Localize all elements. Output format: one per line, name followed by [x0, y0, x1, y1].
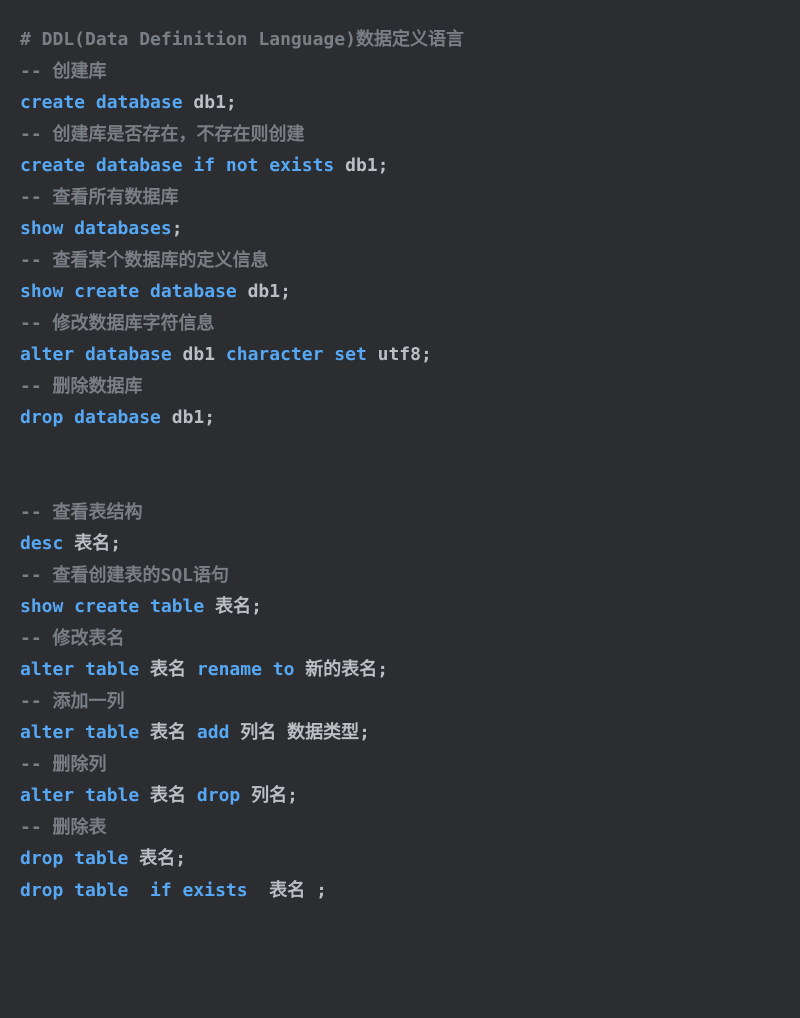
code-line: alter table 表名 add 列名 数据类型;	[20, 717, 780, 749]
token-kw: show create table	[20, 596, 204, 617]
code-line: alter table 表名 rename to 新的表名;	[20, 654, 780, 686]
token-kw: rename to	[197, 659, 295, 680]
token-id: db1	[183, 92, 226, 113]
code-block: # DDL(Data Definition Language)数据定义语言 -- …	[20, 24, 780, 906]
token-kw: drop table if exists	[20, 880, 258, 901]
token-kw: character set	[226, 344, 367, 365]
token-id: db1	[237, 281, 280, 302]
token-id: db1	[161, 407, 204, 428]
token-cmt: # DDL(Data Definition Language)数据定义语言	[20, 29, 464, 50]
token-cmt: -- 创建库	[20, 61, 107, 82]
token-cmt: -- 添加一列	[20, 691, 125, 712]
token-kw: drop	[197, 785, 240, 806]
code-line: drop database db1;	[20, 402, 780, 434]
code-line: create database if not exists db1;	[20, 150, 780, 182]
token-id: 表名	[128, 848, 175, 869]
code-line: alter table 表名 drop 列名;	[20, 780, 780, 812]
token-kw: alter table	[20, 785, 139, 806]
token-punc: ;	[421, 344, 432, 365]
token-cmt: -- 删除列	[20, 754, 107, 775]
token-punc: ;	[251, 596, 262, 617]
code-line	[20, 465, 780, 497]
token-cmt: -- 创建库是否存在，不存在则创建	[20, 124, 305, 145]
token-punc: ;	[204, 407, 215, 428]
code-line: -- 修改数据库字符信息	[20, 308, 780, 340]
code-line: show databases;	[20, 213, 780, 245]
token-id: db1	[172, 344, 226, 365]
token-id: 表名	[258, 880, 316, 901]
token-kw: alter table	[20, 722, 139, 743]
token-id: 表名	[139, 722, 197, 743]
token-cmt: -- 删除数据库	[20, 376, 143, 397]
code-line: -- 创建库是否存在，不存在则创建	[20, 119, 780, 151]
code-line: -- 添加一列	[20, 686, 780, 718]
token-punc: ;	[287, 785, 298, 806]
token-id: 表名	[63, 533, 110, 554]
code-line: -- 删除表	[20, 812, 780, 844]
token-kw: create database	[20, 92, 183, 113]
token-punc: ;	[377, 659, 388, 680]
code-line: -- 删除数据库	[20, 371, 780, 403]
code-line: # DDL(Data Definition Language)数据定义语言	[20, 24, 780, 56]
code-line: alter database db1 character set utf8;	[20, 339, 780, 371]
code-line: drop table 表名;	[20, 843, 780, 875]
token-kw: alter database	[20, 344, 172, 365]
token-punc: ;	[316, 880, 327, 901]
code-line: show create table 表名;	[20, 591, 780, 623]
code-line: -- 查看某个数据库的定义信息	[20, 245, 780, 277]
token-id: 表名	[139, 659, 197, 680]
token-cmt: -- 修改表名	[20, 628, 125, 649]
token-id: 新的表名	[294, 659, 377, 680]
code-line: -- 查看创建表的SQL语句	[20, 560, 780, 592]
token-id: 表名	[204, 596, 251, 617]
code-line: -- 创建库	[20, 56, 780, 88]
token-punc: ;	[378, 155, 389, 176]
code-line: -- 删除列	[20, 749, 780, 781]
token-kw: desc	[20, 533, 63, 554]
token-cmt: -- 查看所有数据库	[20, 187, 179, 208]
token-kw: show databases	[20, 218, 172, 239]
token-cmt: -- 删除表	[20, 817, 107, 838]
token-id: 表名	[139, 785, 197, 806]
code-line: create database db1;	[20, 87, 780, 119]
token-kw: alter table	[20, 659, 139, 680]
token-kw: create database if not exists	[20, 155, 334, 176]
code-line: -- 查看所有数据库	[20, 182, 780, 214]
code-line: show create database db1;	[20, 276, 780, 308]
token-cmt: -- 修改数据库字符信息	[20, 313, 215, 334]
token-kw: show create database	[20, 281, 237, 302]
token-kw: drop table	[20, 848, 128, 869]
token-cmt: -- 查看某个数据库的定义信息	[20, 250, 269, 271]
token-punc: ;	[226, 92, 237, 113]
code-line: -- 修改表名	[20, 623, 780, 655]
code-line: -- 查看表结构	[20, 497, 780, 529]
token-cmt: -- 查看表结构	[20, 502, 143, 523]
token-punc: ;	[359, 722, 370, 743]
token-id: db1	[334, 155, 377, 176]
token-punc: ;	[110, 533, 121, 554]
token-id: 列名	[240, 785, 287, 806]
token-punc: ;	[280, 281, 291, 302]
code-line	[20, 434, 780, 466]
code-line: desc 表名;	[20, 528, 780, 560]
token-kw: drop database	[20, 407, 161, 428]
token-cmt: -- 查看创建表的SQL语句	[20, 565, 229, 586]
token-id: utf8	[367, 344, 421, 365]
token-punc: ;	[172, 218, 183, 239]
token-kw: add	[197, 722, 230, 743]
token-punc: ;	[175, 848, 186, 869]
code-line: drop table if exists 表名 ;	[20, 875, 780, 907]
token-id: 列名 数据类型	[229, 722, 359, 743]
